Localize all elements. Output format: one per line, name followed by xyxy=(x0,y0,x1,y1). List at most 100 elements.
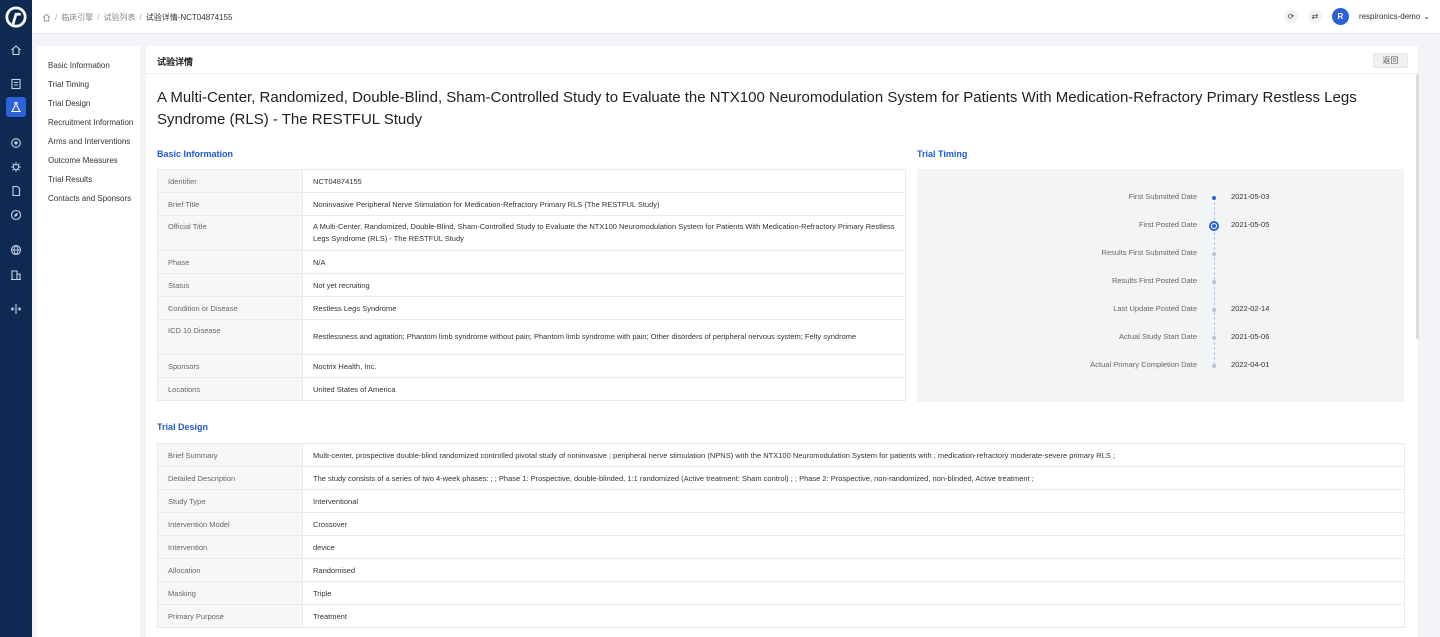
row-value: Interventional xyxy=(302,489,1405,513)
nav-item-arms-and-interventions[interactable]: Arms and Interventions xyxy=(37,135,140,154)
refresh-icon[interactable]: ⟳ xyxy=(1283,9,1298,24)
breadcrumb: / 临床引擎 / 试验列表 / 试验详情-NCT04874155 xyxy=(42,12,232,23)
nav-item-trial-timing[interactable]: Trial Timing xyxy=(37,78,140,97)
row-key: Sponsors xyxy=(157,354,303,378)
row-value: Restless Legs Syndrome xyxy=(302,296,906,320)
back-button[interactable]: 返回 xyxy=(1373,53,1408,68)
target-icon[interactable] xyxy=(6,133,26,153)
virus-icon[interactable] xyxy=(6,157,26,177)
app-rail xyxy=(0,0,32,637)
timeline-date: 2021-05-05 xyxy=(1231,220,1270,229)
timeline-event: First Posted Date 2021-05-05 xyxy=(917,220,1404,232)
nav-item-trial-design[interactable]: Trial Design xyxy=(37,97,140,116)
table-row: Brief Summary Multi-center, prospective d… xyxy=(157,443,1405,467)
nav-item-recruitment-information[interactable]: Recruitment Information xyxy=(37,116,140,135)
building-icon[interactable] xyxy=(6,265,26,285)
row-key: Allocation xyxy=(157,558,303,582)
timeline-dot xyxy=(1209,221,1219,231)
trial-design-table: Brief Summary Multi-center, prospective d… xyxy=(157,443,1405,628)
user-menu[interactable]: respironics-demo ⌄ xyxy=(1359,12,1430,21)
row-key: Official Title xyxy=(157,215,303,251)
row-key: Brief Summary xyxy=(157,443,303,467)
row-key: Locations xyxy=(157,377,303,401)
compass-icon[interactable] xyxy=(6,205,26,225)
home-icon[interactable] xyxy=(6,40,26,60)
timeline-event: Actual Study Start Date 2021-05-06 xyxy=(917,332,1404,344)
user-name: respironics-demo xyxy=(1358,12,1421,21)
row-value: Multi-center, prospective double-blind r… xyxy=(302,443,1405,467)
breadcrumb-item[interactable]: 试验列表 xyxy=(103,12,135,23)
globe-icon[interactable] xyxy=(6,240,26,260)
breadcrumb-current: 试验详情-NCT04874155 xyxy=(145,13,233,22)
table-row: Condition or Disease Restless Legs Syndro… xyxy=(157,296,906,320)
row-key: Identifier xyxy=(157,169,303,193)
split-icon[interactable] xyxy=(6,299,26,319)
chevron-down-icon: ⌄ xyxy=(1423,12,1430,21)
timeline-dot xyxy=(1212,336,1216,340)
row-key: Primary Purpose xyxy=(157,604,303,628)
timeline-event: Results First Submitted Date xyxy=(917,248,1404,260)
section-title-trial-timing: Trial Timing xyxy=(917,149,968,159)
row-key: Status xyxy=(157,273,303,297)
home-icon[interactable] xyxy=(42,13,51,22)
row-key: Condition or Disease xyxy=(157,296,303,320)
table-row: Identifier NCT04874155 xyxy=(157,169,906,193)
table-row: Phase N/A xyxy=(157,250,906,274)
timeline-event: Actual Primary Completion Date 2022-04-01 xyxy=(917,360,1404,372)
row-key: ICD 10 Disease xyxy=(157,319,303,355)
timeline-event: Last Update Posted Date 2022-02-14 xyxy=(917,304,1404,316)
row-value: NCT04874155 xyxy=(302,169,906,193)
timeline-date: 2022-02-14 xyxy=(1231,304,1270,313)
timeline: First Submitted Date 2021-05-03 First Pos… xyxy=(917,169,1404,402)
nav-item-basic-information[interactable]: Basic Information xyxy=(37,59,140,78)
timeline-event: First Submitted Date 2021-05-03 xyxy=(917,192,1404,204)
table-row: Primary Purpose Treatment xyxy=(157,604,1405,628)
row-value: Crossover xyxy=(302,512,1405,536)
trial-title: A Multi-Center, Randomized, Double-Blind… xyxy=(157,89,1357,128)
breadcrumb-item[interactable]: 临床引擎 xyxy=(61,12,93,23)
panel-header: 试验详情 返回 xyxy=(146,46,1418,74)
section-nav: Basic Information Trial Timing Trial Des… xyxy=(37,46,140,637)
basic-info-table: Identifier NCT04874155 Brief Title Noninva… xyxy=(157,169,906,401)
table-row: Study Type Interventional xyxy=(157,489,1405,513)
timeline-label: Last Update Posted Date xyxy=(1113,304,1197,313)
timeline-label: First Posted Date xyxy=(1139,220,1197,229)
timeline-date: 2022-04-01 xyxy=(1231,360,1270,369)
row-value: Treatment xyxy=(302,604,1405,628)
report-icon[interactable] xyxy=(6,74,26,94)
row-value: Triple xyxy=(302,581,1405,605)
scrollbar[interactable] xyxy=(1416,74,1419,339)
timeline-date: 2021-05-03 xyxy=(1231,192,1270,201)
table-row: Intervention Model Crossover xyxy=(157,512,1405,536)
row-value: Noninvasive Peripheral Nerve Stimulation… xyxy=(302,192,906,216)
avatar[interactable]: R xyxy=(1331,8,1349,25)
row-value: A Multi-Center, Randomized, Double-Blind… xyxy=(302,215,906,251)
table-row: Official Title A Multi-Center, Randomized… xyxy=(157,215,906,251)
nav-item-trial-results[interactable]: Trial Results xyxy=(37,173,140,192)
top-bar: / 临床引擎 / 试验列表 / 试验详情-NCT04874155 ⟳ ⇄ R r… xyxy=(32,0,1440,34)
table-row: Allocation Randomised xyxy=(157,558,1405,582)
section-title-basic-information: Basic Information xyxy=(157,149,234,159)
timeline-label: Actual Primary Completion Date xyxy=(1090,360,1197,369)
nav-item-outcome-measures[interactable]: Outcome Measures xyxy=(37,154,140,173)
row-key: Masking xyxy=(157,581,303,605)
timeline-label: Results First Submitted Date xyxy=(1101,248,1197,257)
table-row: ICD 10 Disease Restlessness and agitation… xyxy=(157,319,906,355)
timeline-dot xyxy=(1212,196,1216,200)
app-logo-icon[interactable] xyxy=(5,6,27,28)
flask-icon[interactable] xyxy=(6,97,26,117)
nav-item-contacts-and-sponsors[interactable]: Contacts and Sponsors xyxy=(37,192,140,211)
row-value: Restlessness and agitation; Phantom limb… xyxy=(302,319,906,355)
timeline-dot xyxy=(1212,364,1216,368)
table-row: Intervention device xyxy=(157,535,1405,559)
document-icon[interactable] xyxy=(6,181,26,201)
timeline-date: 2021-05-06 xyxy=(1231,332,1270,341)
timeline-dot xyxy=(1212,252,1216,256)
translate-icon[interactable]: ⇄ xyxy=(1307,9,1322,24)
table-row: Sponsors Noctrix Health, Inc. xyxy=(157,354,906,378)
panel-title: 试验详情 xyxy=(157,57,194,67)
table-row: Status Not yet recruiting xyxy=(157,273,906,297)
row-value: Randomised xyxy=(302,558,1405,582)
section-title-trial-design: Trial Design xyxy=(157,422,209,432)
row-key: Study Type xyxy=(157,489,303,513)
